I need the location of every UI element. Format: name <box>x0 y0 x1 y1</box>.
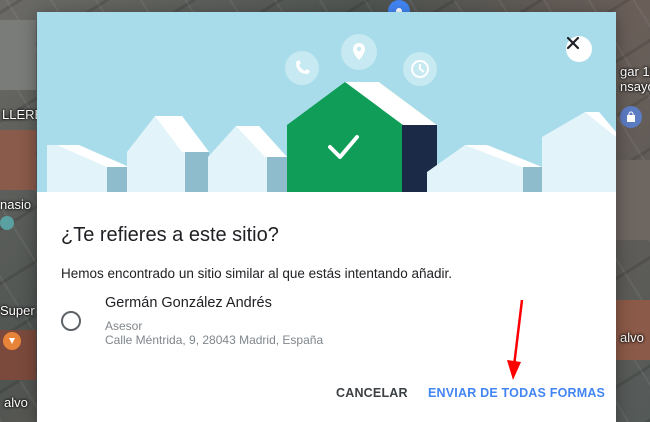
map-block <box>616 160 650 240</box>
location-pin-icon <box>341 34 377 70</box>
close-button[interactable] <box>566 36 592 62</box>
map-poi-icon[interactable] <box>3 332 21 350</box>
hero-illustration <box>37 12 616 192</box>
map-label: nsayo <box>620 79 650 94</box>
map-block <box>0 130 36 190</box>
map-block <box>0 20 36 90</box>
map-label: Super <box>0 303 35 318</box>
cancel-button[interactable]: CANCELAR <box>336 386 408 400</box>
send-anyway-button[interactable]: ENVIAR DE TODAS FORMAS <box>428 386 605 400</box>
place-radio-button[interactable] <box>61 311 81 331</box>
place-address: Calle Méntrida, 9, 28043 Madrid, España <box>105 333 324 347</box>
place-name[interactable]: Germán González Andrés <box>105 295 272 311</box>
map-label: alvo <box>4 395 28 410</box>
map-label: alvo <box>620 330 644 345</box>
map-poi-icon[interactable] <box>0 216 14 230</box>
close-icon <box>566 36 580 50</box>
map-label: gar 19 <box>620 64 650 79</box>
place-category: Asesor <box>105 319 143 333</box>
dialog-description: Hemos encontrado un sitio similar al que… <box>61 266 452 281</box>
phone-icon <box>285 51 319 85</box>
dialog-title: ¿Te refieres a este sitio? <box>61 224 279 246</box>
houses-illustration <box>47 34 616 192</box>
clock-icon <box>403 52 437 86</box>
map-label: nasio <box>0 197 32 212</box>
place-suggestion-dialog: ¿Te refieres a este sitio? Hemos encontr… <box>37 12 616 422</box>
shopping-bag-icon[interactable] <box>620 106 642 128</box>
